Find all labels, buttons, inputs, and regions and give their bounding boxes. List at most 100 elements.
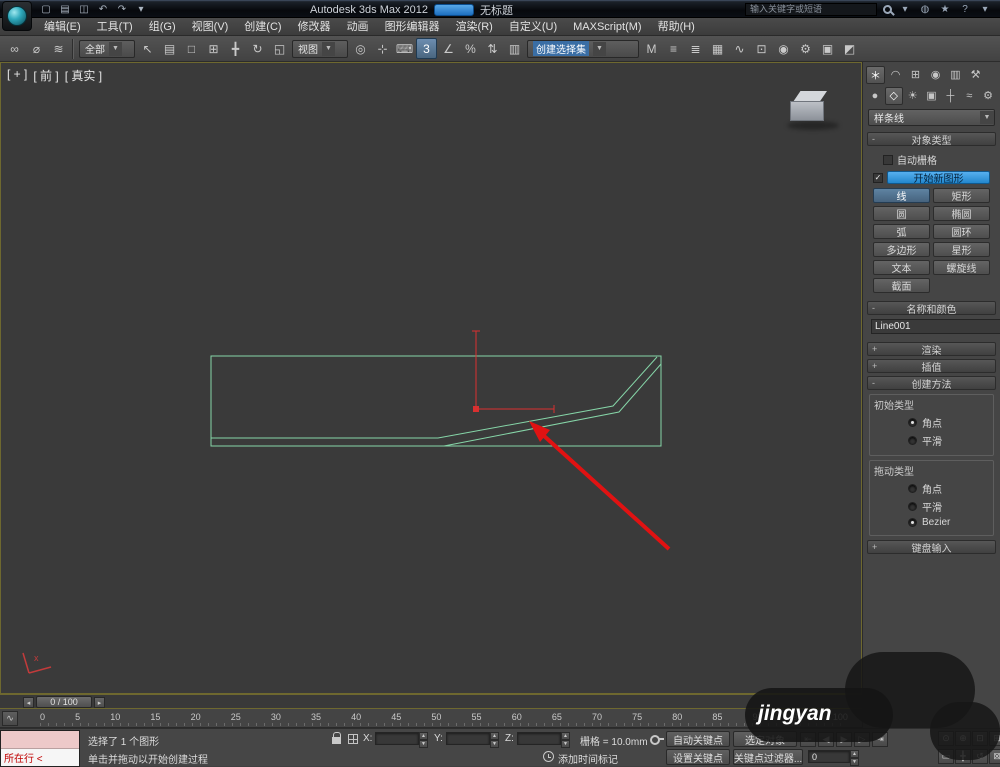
initial-type-radio[interactable]: 角点 <box>908 415 989 430</box>
selection-lock-icon[interactable] <box>332 732 341 744</box>
category-spacewarps-icon[interactable]: ≈ <box>960 87 978 105</box>
reference-coordinate-dropdown[interactable]: 视图 ▼ <box>292 39 348 58</box>
set-keys-icon[interactable] <box>650 733 664 745</box>
time-tag-icon[interactable] <box>543 751 554 762</box>
drag-type-radio[interactable]: 角点 <box>908 481 989 496</box>
communication-center-icon[interactable]: ◍ <box>918 2 932 16</box>
start-new-shape-checkbox[interactable] <box>873 172 883 183</box>
menu-item[interactable]: 图形编辑器 <box>377 18 448 36</box>
snap-toggle-icon[interactable]: 3 <box>416 38 437 59</box>
viewport-shading-menu[interactable]: [ 真实 ] <box>65 67 102 84</box>
spinner-snap-icon[interactable]: ⇅ <box>482 38 503 59</box>
time-slider-next-nub[interactable]: ▸ <box>94 697 105 708</box>
object-type-button[interactable]: 多边形 <box>873 242 930 257</box>
zoom-icon[interactable]: ⊙ <box>938 731 954 746</box>
menu-item[interactable]: 组(G) <box>141 18 184 36</box>
viewport-general-menu[interactable]: [ + ] <box>7 67 27 84</box>
set-key-button[interactable]: 设置关键点 <box>666 749 730 765</box>
menu-item[interactable]: 帮助(H) <box>650 18 703 36</box>
favorites-icon[interactable]: ★ <box>938 2 952 16</box>
category-lights-icon[interactable]: ☀ <box>904 87 922 105</box>
initial-type-radio[interactable]: 平滑 <box>908 433 989 448</box>
drag-type-radio[interactable]: Bezier <box>908 517 989 528</box>
rollout-header-interpolation[interactable]: + 插值 <box>867 359 996 374</box>
schematic-view-icon[interactable]: ⊡ <box>751 38 772 59</box>
rollout-header-keyboard-entry[interactable]: + 键盘输入 <box>867 540 996 555</box>
render-setup-icon[interactable]: ⚙ <box>795 38 816 59</box>
coord-z-spinner[interactable]: ▲ ▼ <box>561 732 570 748</box>
object-name-field[interactable] <box>871 319 1000 334</box>
orbit-icon[interactable]: ↺ <box>972 749 988 764</box>
category-shapes-icon[interactable]: ◇ <box>884 86 903 105</box>
object-type-button[interactable]: 螺旋线 <box>933 260 990 275</box>
tab-create[interactable]: ＊ <box>866 65 885 84</box>
tab-modify[interactable]: ◠ <box>886 66 905 84</box>
redo-icon[interactable]: ↷ <box>114 2 130 16</box>
search-icon[interactable] <box>883 4 892 14</box>
start-new-shape-button[interactable]: 开始新图形 <box>887 171 990 185</box>
rendered-frame-icon[interactable]: ▣ <box>817 38 838 59</box>
rollout-header-rendering[interactable]: + 渲染 <box>867 342 996 357</box>
save-file-icon[interactable]: ◫ <box>76 2 92 16</box>
select-and-move-icon[interactable]: ╋ <box>225 38 246 59</box>
named-selection-sets-dropdown[interactable]: 创建选择集 ▼ <box>527 39 639 58</box>
shape-type-dropdown[interactable]: 样条线 ▼ <box>868 109 995 126</box>
object-type-button[interactable]: 截面 <box>873 278 930 293</box>
keyboard-override-icon[interactable]: ⌨ <box>394 38 415 59</box>
viewport-view-menu[interactable]: [ 前 ] <box>33 67 58 84</box>
new-scene-icon[interactable]: ▢ <box>38 2 54 16</box>
object-type-button[interactable]: 矩形 <box>933 188 990 203</box>
selected-filter-dropdown[interactable]: 选定对象 <box>733 731 797 747</box>
menu-item[interactable]: 动画 <box>339 18 377 36</box>
absolute-mode-icon[interactable] <box>348 734 358 744</box>
menu-item[interactable]: 编辑(E) <box>36 18 89 36</box>
time-slider-handle[interactable]: 0 / 100 <box>36 696 92 708</box>
project-folder-icon[interactable]: ▾ <box>133 2 149 16</box>
select-and-link-icon[interactable]: ∞ <box>4 38 25 59</box>
frame-spinner[interactable]: ▲ ▼ <box>850 750 859 766</box>
mirror-icon[interactable]: M <box>641 38 662 59</box>
select-object-icon[interactable]: ↖ <box>137 38 158 59</box>
undo-icon[interactable]: ↶ <box>95 2 111 16</box>
prev-frame-button[interactable]: ◀ <box>818 732 834 747</box>
coord-x-spinner[interactable]: ▲ ▼ <box>419 732 428 748</box>
category-helpers-icon[interactable]: ┼ <box>941 87 959 105</box>
window-crossing-icon[interactable]: ⊞ <box>203 38 224 59</box>
rollout-header-creation-method[interactable]: - 创建方法 <box>867 376 996 391</box>
rollout-header-object-type[interactable]: - 对象类型 <box>867 132 996 147</box>
open-file-icon[interactable]: ▤ <box>57 2 73 16</box>
time-slider[interactable]: ◂ 0 / 100 ▸ <box>0 694 862 709</box>
angle-snap-icon[interactable]: ∠ <box>438 38 459 59</box>
material-editor-icon[interactable]: ◉ <box>773 38 794 59</box>
object-type-button[interactable]: 椭圆 <box>933 206 990 221</box>
menu-item[interactable]: 工具(T) <box>89 18 141 36</box>
coord-x-field[interactable] <box>375 732 419 745</box>
tab-utilities[interactable]: ⚒ <box>966 66 985 84</box>
key-filters-button[interactable]: 关键点过滤器... <box>733 749 803 765</box>
spline-line001[interactable] <box>210 355 662 447</box>
zoom-region-icon[interactable]: ▭ <box>938 749 954 764</box>
time-slider-prev-nub[interactable]: ◂ <box>23 697 34 708</box>
tab-hierarchy[interactable]: ⊞ <box>906 66 925 84</box>
unlink-selection-icon[interactable]: ⌀ <box>26 38 47 59</box>
tab-display[interactable]: ▥ <box>946 66 965 84</box>
object-type-button[interactable]: 线 <box>873 188 930 203</box>
tab-motion[interactable]: ◉ <box>926 66 945 84</box>
render-production-icon[interactable]: ◩ <box>839 38 860 59</box>
viewport-front[interactable]: [ + ] [ 前 ] [ 真实 ] x <box>0 62 862 694</box>
application-menu-button[interactable] <box>2 1 32 31</box>
use-pivot-center-icon[interactable]: ◎ <box>350 38 371 59</box>
macro-recorder-pane[interactable] <box>1 731 79 749</box>
menu-item[interactable]: 渲染(R) <box>448 18 501 36</box>
next-frame-button[interactable]: ▷ <box>854 732 870 747</box>
rollout-header-name-color[interactable]: - 名称和颜色 <box>867 301 996 316</box>
category-cameras-icon[interactable]: ▣ <box>923 87 941 105</box>
goto-end-button[interactable]: ⇥ <box>872 732 888 747</box>
search-scope-icon[interactable]: ▾ <box>898 2 912 16</box>
select-and-scale-icon[interactable]: ◱ <box>269 38 290 59</box>
zoom-all-icon[interactable]: ⊕ <box>955 731 971 746</box>
pan-icon[interactable]: ╋ <box>955 749 971 764</box>
menu-item[interactable]: MAXScript(M) <box>565 18 649 36</box>
mini-curve-editor-button[interactable]: ∿ <box>2 711 18 726</box>
maxscript-mini-listener[interactable]: 所在行 < <box>0 730 80 767</box>
